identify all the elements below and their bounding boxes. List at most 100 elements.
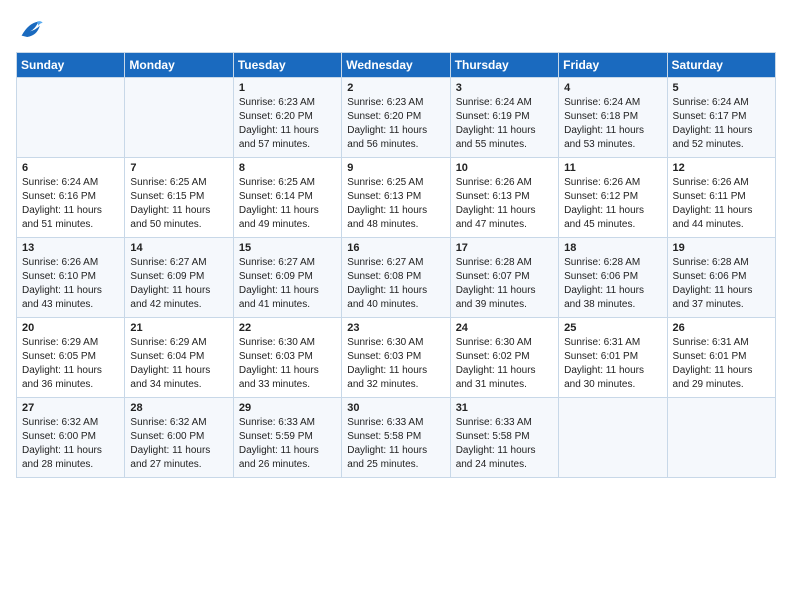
cell-info: Sunrise: 6:28 AM Sunset: 6:06 PM Dayligh… (564, 256, 661, 312)
calendar-cell: 5 Sunrise: 6:24 AM Sunset: 6:17 PM Daylig… (667, 78, 775, 158)
cell-info: Sunrise: 6:30 AM Sunset: 6:03 PM Dayligh… (239, 336, 336, 392)
calendar-cell: 28Sunrise: 6:32 AM Sunset: 6:00 PM Dayli… (125, 398, 233, 478)
day-number: 3 (456, 82, 553, 94)
cell-info: Sunrise: 6:30 AM Sunset: 6:03 PM Dayligh… (347, 336, 444, 392)
calendar-cell: 10 Sunrise: 6:26 AM Sunset: 6:13 PM Dayli… (450, 158, 558, 238)
header-thursday: Thursday (450, 53, 558, 78)
calendar-cell: 29Sunrise: 6:33 AM Sunset: 5:59 PM Dayli… (233, 398, 341, 478)
day-number: 8 (239, 162, 336, 174)
calendar-cell: 22 Sunrise: 6:30 AM Sunset: 6:03 PM Dayli… (233, 318, 341, 398)
day-number: 11 (564, 162, 661, 174)
calendar-cell: 12 Sunrise: 6:26 AM Sunset: 6:11 PM Dayli… (667, 158, 775, 238)
calendar-cell: 31 Sunrise: 6:33 AM Sunset: 5:58 PM Dayli… (450, 398, 558, 478)
calendar-cell: 21 Sunrise: 6:29 AM Sunset: 6:04 PM Dayli… (125, 318, 233, 398)
cell-info: Sunrise: 6:23 AM Sunset: 6:20 PM Dayligh… (347, 96, 444, 152)
header-wednesday: Wednesday (342, 53, 450, 78)
calendar-cell: 23 Sunrise: 6:30 AM Sunset: 6:03 PM Dayli… (342, 318, 450, 398)
day-number: 9 (347, 162, 444, 174)
calendar-cell: 17Sunrise: 6:28 AM Sunset: 6:07 PM Dayli… (450, 238, 558, 318)
day-number: 2 (347, 82, 444, 94)
cell-info: Sunrise: 6:26 AM Sunset: 6:11 PM Dayligh… (673, 176, 770, 232)
day-number: 28 (130, 402, 227, 414)
calendar-cell: 2 Sunrise: 6:23 AM Sunset: 6:20 PM Daylig… (342, 78, 450, 158)
day-number: 31 (456, 402, 553, 414)
day-number: 16 (347, 242, 444, 254)
calendar-week-row: 27 Sunrise: 6:32 AM Sunset: 6:00 PM Dayli… (17, 398, 776, 478)
logo-icon (16, 16, 44, 44)
calendar-cell: 13 Sunrise: 6:26 AM Sunset: 6:10 PM Dayli… (17, 238, 125, 318)
cell-info: Sunrise: 6:24 AM Sunset: 6:19 PM Dayligh… (456, 96, 553, 152)
calendar-cell: 30 Sunrise: 6:33 AM Sunset: 5:58 PM Dayli… (342, 398, 450, 478)
calendar-week-row: 20Sunrise: 6:29 AM Sunset: 6:05 PM Dayli… (17, 318, 776, 398)
cell-info: Sunrise: 6:23 AM Sunset: 6:20 PM Dayligh… (239, 96, 336, 152)
cell-info: Sunrise: 6:27 AM Sunset: 6:09 PM Dayligh… (130, 256, 227, 312)
calendar-cell: 20Sunrise: 6:29 AM Sunset: 6:05 PM Dayli… (17, 318, 125, 398)
cell-info: Sunrise: 6:25 AM Sunset: 6:14 PM Dayligh… (239, 176, 336, 232)
day-number: 4 (564, 82, 661, 94)
cell-info: Sunrise: 6:27 AM Sunset: 6:09 PM Dayligh… (239, 256, 336, 312)
day-number: 7 (130, 162, 227, 174)
day-number: 30 (347, 402, 444, 414)
header-monday: Monday (125, 53, 233, 78)
day-number: 19 (673, 242, 770, 254)
calendar-cell: 15 Sunrise: 6:27 AM Sunset: 6:09 PM Dayli… (233, 238, 341, 318)
day-number: 5 (673, 82, 770, 94)
cell-info: Sunrise: 6:30 AM Sunset: 6:02 PM Dayligh… (456, 336, 553, 392)
calendar-cell: 25 Sunrise: 6:31 AM Sunset: 6:01 PM Dayli… (559, 318, 667, 398)
header-saturday: Saturday (667, 53, 775, 78)
calendar-cell: 26Sunrise: 6:31 AM Sunset: 6:01 PM Dayli… (667, 318, 775, 398)
calendar-cell: 8 Sunrise: 6:25 AM Sunset: 6:14 PM Daylig… (233, 158, 341, 238)
day-number: 26 (673, 322, 770, 334)
day-number: 6 (22, 162, 119, 174)
cell-info: Sunrise: 6:32 AM Sunset: 6:00 PM Dayligh… (22, 416, 119, 472)
day-number: 23 (347, 322, 444, 334)
calendar-week-row: 13 Sunrise: 6:26 AM Sunset: 6:10 PM Dayli… (17, 238, 776, 318)
calendar-table: SundayMondayTuesdayWednesdayThursdayFrid… (16, 52, 776, 478)
calendar-cell: 18 Sunrise: 6:28 AM Sunset: 6:06 PM Dayli… (559, 238, 667, 318)
cell-info: Sunrise: 6:24 AM Sunset: 6:18 PM Dayligh… (564, 96, 661, 152)
calendar-cell: 6 Sunrise: 6:24 AM Sunset: 6:16 PM Daylig… (17, 158, 125, 238)
calendar-cell: 7Sunrise: 6:25 AM Sunset: 6:15 PM Daylig… (125, 158, 233, 238)
calendar-week-row: 6 Sunrise: 6:24 AM Sunset: 6:16 PM Daylig… (17, 158, 776, 238)
cell-info: Sunrise: 6:26 AM Sunset: 6:12 PM Dayligh… (564, 176, 661, 232)
day-number: 29 (239, 402, 336, 414)
day-number: 27 (22, 402, 119, 414)
day-number: 18 (564, 242, 661, 254)
day-number: 15 (239, 242, 336, 254)
cell-info: Sunrise: 6:26 AM Sunset: 6:13 PM Dayligh… (456, 176, 553, 232)
day-number: 17 (456, 242, 553, 254)
cell-info: Sunrise: 6:25 AM Sunset: 6:13 PM Dayligh… (347, 176, 444, 232)
day-number: 12 (673, 162, 770, 174)
day-number: 14 (130, 242, 227, 254)
page-header (16, 16, 776, 44)
header-friday: Friday (559, 53, 667, 78)
calendar-cell: 4 Sunrise: 6:24 AM Sunset: 6:18 PM Daylig… (559, 78, 667, 158)
day-number: 25 (564, 322, 661, 334)
calendar-cell: 9 Sunrise: 6:25 AM Sunset: 6:13 PM Daylig… (342, 158, 450, 238)
calendar-cell: 11 Sunrise: 6:26 AM Sunset: 6:12 PM Dayli… (559, 158, 667, 238)
cell-info: Sunrise: 6:24 AM Sunset: 6:16 PM Dayligh… (22, 176, 119, 232)
cell-info: Sunrise: 6:24 AM Sunset: 6:17 PM Dayligh… (673, 96, 770, 152)
calendar-cell: 3 Sunrise: 6:24 AM Sunset: 6:19 PM Daylig… (450, 78, 558, 158)
calendar-cell (559, 398, 667, 478)
day-number: 13 (22, 242, 119, 254)
calendar-cell: 14 Sunrise: 6:27 AM Sunset: 6:09 PM Dayli… (125, 238, 233, 318)
cell-info: Sunrise: 6:29 AM Sunset: 6:05 PM Dayligh… (22, 336, 119, 392)
day-number: 22 (239, 322, 336, 334)
calendar-cell (17, 78, 125, 158)
cell-info: Sunrise: 6:29 AM Sunset: 6:04 PM Dayligh… (130, 336, 227, 392)
day-number: 24 (456, 322, 553, 334)
day-number: 1 (239, 82, 336, 94)
day-number: 10 (456, 162, 553, 174)
calendar-week-row: 1 Sunrise: 6:23 AM Sunset: 6:20 PM Daylig… (17, 78, 776, 158)
cell-info: Sunrise: 6:33 AM Sunset: 5:58 PM Dayligh… (456, 416, 553, 472)
calendar-cell (125, 78, 233, 158)
cell-info: Sunrise: 6:26 AM Sunset: 6:10 PM Dayligh… (22, 256, 119, 312)
cell-info: Sunrise: 6:28 AM Sunset: 6:06 PM Dayligh… (673, 256, 770, 312)
cell-info: Sunrise: 6:33 AM Sunset: 5:58 PM Dayligh… (347, 416, 444, 472)
calendar-cell: 24 Sunrise: 6:30 AM Sunset: 6:02 PM Dayli… (450, 318, 558, 398)
calendar-cell: 27 Sunrise: 6:32 AM Sunset: 6:00 PM Dayli… (17, 398, 125, 478)
calendar-header-row: SundayMondayTuesdayWednesdayThursdayFrid… (17, 53, 776, 78)
cell-info: Sunrise: 6:31 AM Sunset: 6:01 PM Dayligh… (564, 336, 661, 392)
day-number: 21 (130, 322, 227, 334)
